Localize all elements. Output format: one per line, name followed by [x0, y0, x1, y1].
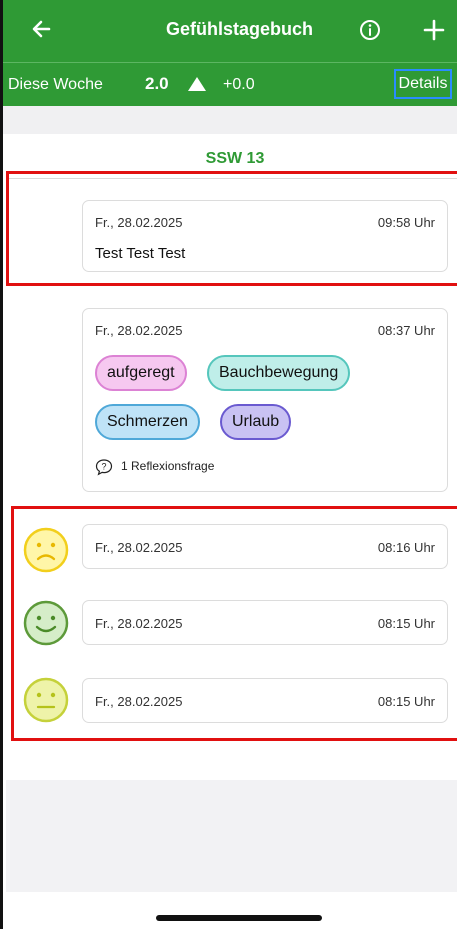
entry-time: 08:37 Uhr	[377, 323, 435, 338]
tag-chip: Schmerzen	[95, 404, 200, 440]
entry-date: Fr., 28.02.2025	[95, 323, 183, 338]
reflection-count: 1 Reflexionsfrage	[121, 459, 215, 473]
question-bubble-icon: ?	[95, 459, 113, 476]
diary-entry-card[interactable]: Fr., 28.02.2025 08:37 Uhr aufgeregt Bauc…	[82, 308, 448, 492]
plus-icon[interactable]	[419, 15, 449, 45]
triangle-up-icon	[188, 77, 206, 91]
week-summary-bar: Diese Woche 2.0 +0.0 Details	[3, 62, 457, 106]
svg-text:?: ?	[101, 461, 106, 471]
info-circle-icon[interactable]	[359, 19, 381, 41]
empty-area	[6, 780, 457, 892]
details-button[interactable]: Details	[394, 69, 452, 99]
page-title: Gefühlstagebuch	[165, 19, 313, 39]
week-score: 2.0	[145, 74, 169, 93]
app-screen: Gefühlstagebuch Diese Woche 2.0 +0.0 Det…	[0, 0, 457, 929]
week-label: Diese Woche	[8, 76, 103, 93]
highlight-box	[6, 171, 457, 286]
tag-chip: Urlaub	[220, 404, 292, 440]
home-indicator[interactable]	[156, 915, 322, 921]
tag-chip: Bauchbewegung	[207, 355, 351, 391]
week-delta: +0.0	[223, 76, 255, 93]
top-app-bar: Gefühlstagebuch	[3, 0, 457, 62]
section-spacer	[3, 106, 457, 134]
section-title: SSW 13	[205, 150, 265, 167]
highlight-box	[11, 506, 457, 741]
tag-chip: aufgeregt	[95, 355, 187, 391]
